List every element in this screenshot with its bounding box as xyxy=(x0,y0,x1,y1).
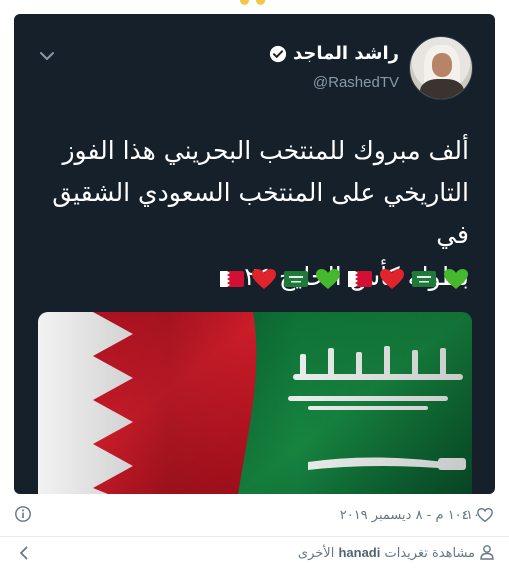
top-emoji-fragment xyxy=(232,0,276,6)
tweet-line: ألف مبروك للمنتخب البحريني هذا الفوز xyxy=(62,136,469,165)
more-link-user[interactable]: hanadi xyxy=(338,545,380,560)
avatar[interactable] xyxy=(409,36,473,100)
info-icon[interactable] xyxy=(14,505,32,523)
saudi-flag-icon xyxy=(412,271,436,287)
view-more-tweets-link[interactable]: مشاهدة تغريدات hanadi الأخرى xyxy=(298,545,475,561)
user-icon xyxy=(480,545,494,560)
author-handle[interactable]: @RashedTV xyxy=(313,74,399,91)
bahrain-flag-icon xyxy=(348,271,372,287)
green-heart-icon xyxy=(444,269,468,289)
verified-badge-icon xyxy=(269,45,287,62)
red-heart-icon xyxy=(252,269,276,289)
author-name-row[interactable]: راشد الماجد xyxy=(269,43,399,64)
chevron-left-icon[interactable] xyxy=(16,545,32,561)
tweet-timestamp[interactable]: ١٠:١٠ م - ٨ ديسمبر ٢٠١٩ xyxy=(40,508,480,523)
emoji-row xyxy=(219,266,469,292)
tweet-embed-page: راشد الماجد @RashedTV ألف مبروك للمنتخب … xyxy=(0,0,509,576)
more-link-prefix: مشاهدة تغريدات xyxy=(384,546,476,561)
more-link-suffix: الأخرى xyxy=(297,546,335,561)
tweet-media-flags-image[interactable] xyxy=(38,312,472,494)
tweet-line: التاريخي على المنتخب السعودي الشقيق في xyxy=(52,178,469,249)
divider xyxy=(0,536,509,537)
tweet-screenshot-card[interactable]: راشد الماجد @RashedTV ألف مبروك للمنتخب … xyxy=(14,14,495,494)
red-heart-icon xyxy=(380,269,404,289)
author-name[interactable]: راشد الماجد xyxy=(293,43,399,64)
saudi-flag-icon xyxy=(284,271,308,287)
bahrain-flag-icon xyxy=(220,271,244,287)
green-heart-icon xyxy=(316,269,340,289)
chevron-down-icon[interactable] xyxy=(38,47,56,65)
